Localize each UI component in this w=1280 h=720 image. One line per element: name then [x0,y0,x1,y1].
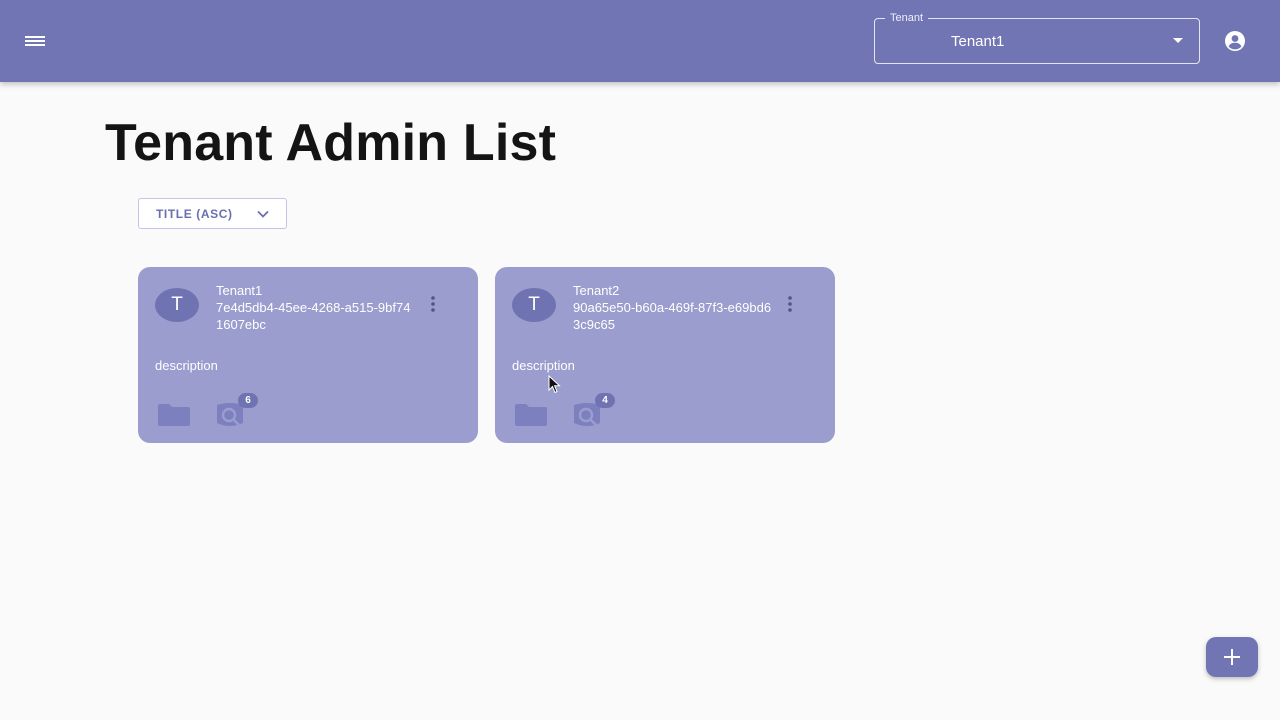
add-tenant-button[interactable] [1206,637,1258,677]
sort-button[interactable]: TITLE (ASC) [138,198,287,229]
more-vert-icon[interactable] [784,295,796,313]
more-vert-icon[interactable] [427,295,439,313]
tenant-card[interactable]: T Tenant1 7e4d5db4-45ee-4268-a515-9bf741… [138,267,478,443]
count-badge: 4 [595,393,615,408]
app-bar: Tenant Tenant1 [0,0,1280,82]
plus-icon [1224,649,1240,665]
tenant-select-value: Tenant1 [951,33,1005,50]
tenant-name: Tenant2 [573,283,620,298]
page-title: Tenant Admin List [105,114,557,172]
tenant-select-label: Tenant [885,11,929,25]
tenant-card[interactable]: T Tenant2 90a65e50-b60a-469f-87f3-e69bd6… [495,267,835,443]
caret-down-icon [1173,38,1183,43]
mouse-cursor-icon [548,375,561,394]
tenant-name: Tenant1 [216,283,263,298]
avatar: T [512,288,556,322]
count-badge: 6 [238,393,258,408]
account-circle-icon[interactable] [1224,30,1246,52]
tenant-description: description [155,358,218,373]
menu-icon[interactable] [22,29,48,53]
folder-icon[interactable] [514,402,548,428]
folder-icon[interactable] [157,402,191,428]
avatar: T [155,288,199,322]
tenant-select[interactable]: Tenant Tenant1 [874,11,1200,64]
chevron-down-icon [257,210,269,218]
tenant-description: description [512,358,575,373]
tenant-id: 90a65e50-b60a-469f-87f3-e69bd63c9c65 [573,300,772,332]
tenant-id: 7e4d5db4-45ee-4268-a515-9bf741607ebc [216,300,411,332]
sort-button-label: TITLE (ASC) [156,207,233,221]
